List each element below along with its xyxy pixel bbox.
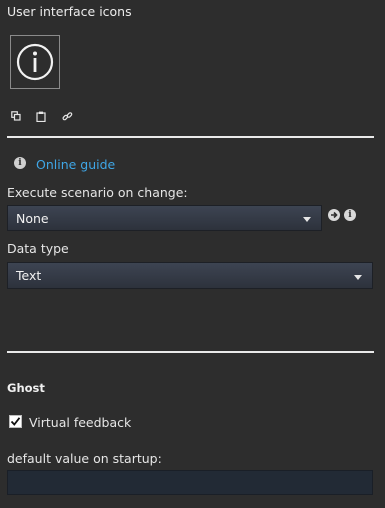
checkmark-icon <box>10 417 21 426</box>
info-icon[interactable]: i <box>344 209 356 221</box>
icon-preview[interactable] <box>10 35 60 89</box>
virtual-feedback-label: Virtual feedback <box>29 415 132 430</box>
chevron-down-icon <box>303 217 311 222</box>
virtual-feedback-checkbox[interactable] <box>9 415 22 428</box>
execute-scenario-label: Execute scenario on change: <box>7 185 188 200</box>
data-type-select[interactable]: Text <box>7 262 373 289</box>
link-icon[interactable] <box>61 110 73 122</box>
default-value-label: default value on startup: <box>7 451 162 466</box>
online-guide-link[interactable]: Online guide <box>36 157 115 172</box>
copy-icon[interactable] <box>10 110 22 122</box>
data-type-value: Text <box>16 268 42 283</box>
clipboard-icon[interactable] <box>35 110 47 122</box>
section-title: User interface icons <box>7 4 132 19</box>
info-icon: i <box>14 157 26 169</box>
execute-scenario-select[interactable]: None <box>7 205 322 231</box>
divider <box>7 136 374 138</box>
divider <box>7 351 374 353</box>
info-icon <box>16 43 54 81</box>
chevron-down-icon <box>354 274 362 280</box>
data-type-label: Data type <box>7 241 69 256</box>
arrow-right-icon[interactable] <box>328 209 340 221</box>
default-value-input[interactable] <box>7 470 373 495</box>
ghost-section-title: Ghost <box>7 381 45 395</box>
execute-scenario-value: None <box>16 210 49 226</box>
